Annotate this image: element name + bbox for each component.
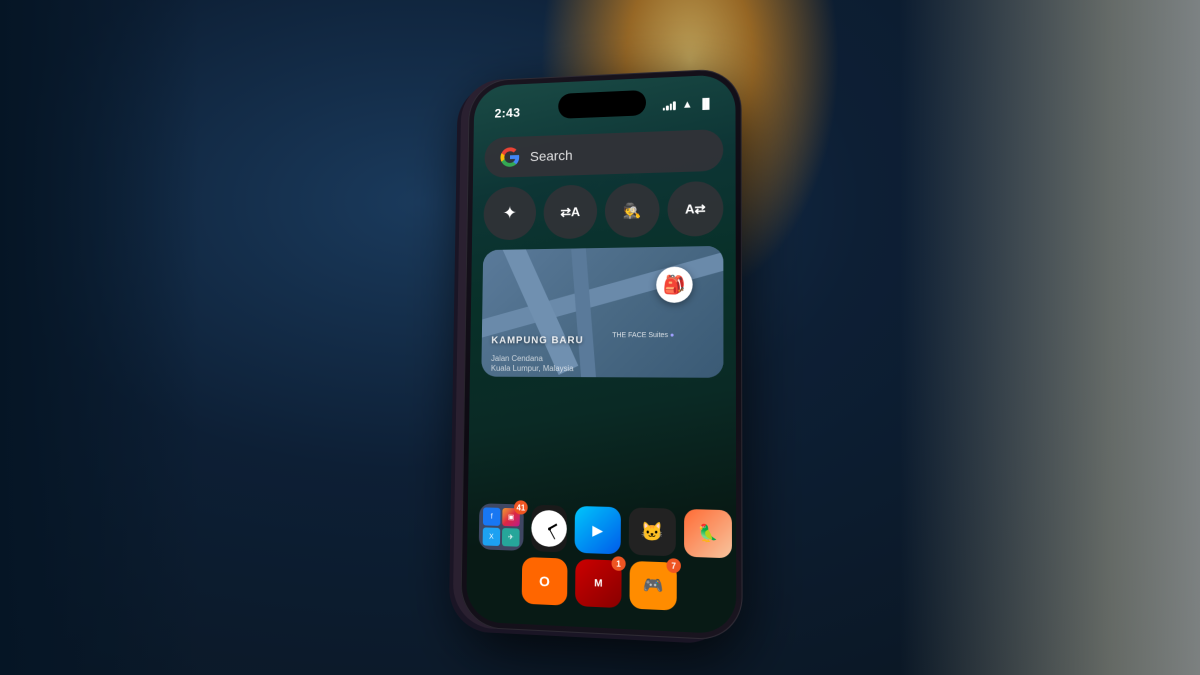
status-icons: ▲ ▐▌ xyxy=(663,97,713,111)
twitter-mini: X xyxy=(483,527,501,546)
marvel-icon: M xyxy=(594,577,602,589)
translate-scan-button[interactable]: ⇄A xyxy=(543,184,597,239)
phone-wrapper: 2:43 ▲ ▐▌ xyxy=(460,67,742,640)
map-city-label: Kuala Lumpur, Malaysia xyxy=(491,363,574,372)
video-icon: ▶ xyxy=(592,521,603,539)
google-search-widget[interactable]: Search xyxy=(484,128,723,177)
search-text: Search xyxy=(530,142,707,164)
video-app[interactable]: ▶ xyxy=(575,505,621,553)
google-logo xyxy=(499,146,520,168)
status-time: 2:43 xyxy=(494,104,520,119)
app-dock-area: f ▣ X ✈ 41 xyxy=(478,503,724,613)
map-jalan-label: Jalan Cendana xyxy=(491,354,543,363)
clock-app[interactable] xyxy=(531,504,567,552)
misc-app[interactable]: 🐱 xyxy=(629,507,676,556)
map-location-name: KAMPUNG BARU xyxy=(491,334,583,347)
game-badge: 7 xyxy=(666,558,680,573)
phone-screen: 2:43 ▲ ▐▌ xyxy=(466,74,736,634)
telegram-mini: ✈ xyxy=(502,527,520,546)
battery-icon: ▐▌ xyxy=(699,98,713,109)
translate-button[interactable]: A⇄ xyxy=(667,180,723,236)
google-action-row: ✦ ⇄A 🕵 A⇄ xyxy=(483,180,723,240)
translate-icon: A⇄ xyxy=(685,200,706,216)
incognito-button[interactable]: 🕵 xyxy=(605,182,660,238)
clock-center-dot xyxy=(548,526,551,529)
left-shadow xyxy=(0,0,200,675)
translate-scan-icon: ⇄A xyxy=(560,203,580,219)
widgets-area: Search ✦ ⇄A 🕵 A⇄ xyxy=(481,128,723,387)
signal-icon xyxy=(663,100,676,110)
bird-app[interactable]: 🦜 xyxy=(684,508,732,557)
facebook-mini: f xyxy=(483,507,501,526)
maps-widget[interactable]: KAMPUNG BARU Jalan Cendana Kuala Lumpur,… xyxy=(481,245,723,377)
wifi-icon: ▲ xyxy=(682,98,693,110)
sparkle-icon: ✦ xyxy=(502,203,517,224)
misc-icon: 🐱 xyxy=(641,520,664,542)
orange-app-1[interactable]: O xyxy=(522,556,568,605)
game-icon: 🎮 xyxy=(643,574,663,596)
bird-icon: 🦜 xyxy=(698,522,719,543)
sparkle-button[interactable]: ✦ xyxy=(483,186,536,240)
right-wall xyxy=(900,0,1200,675)
clock-face xyxy=(531,509,567,547)
orange-icon-1: O xyxy=(539,572,550,589)
app-row-1: f ▣ X ✈ 41 xyxy=(479,503,724,558)
incognito-icon: 🕵 xyxy=(623,201,642,219)
social-folder[interactable]: f ▣ X ✈ 41 xyxy=(479,503,524,551)
marvel-app[interactable]: M 1 xyxy=(575,558,622,607)
folder-badge: 41 xyxy=(514,500,528,514)
map-pin: 🎒 xyxy=(656,266,693,303)
iphone: 2:43 ▲ ▐▌ xyxy=(460,67,742,640)
dynamic-island xyxy=(558,89,646,118)
game-app[interactable]: 🎮 7 xyxy=(629,560,676,610)
bottom-dock: O M 1 🎮 7 xyxy=(478,555,724,612)
marvel-badge: 1 xyxy=(611,556,625,571)
map-poi-label: THE FACE Suites ● xyxy=(612,332,674,339)
